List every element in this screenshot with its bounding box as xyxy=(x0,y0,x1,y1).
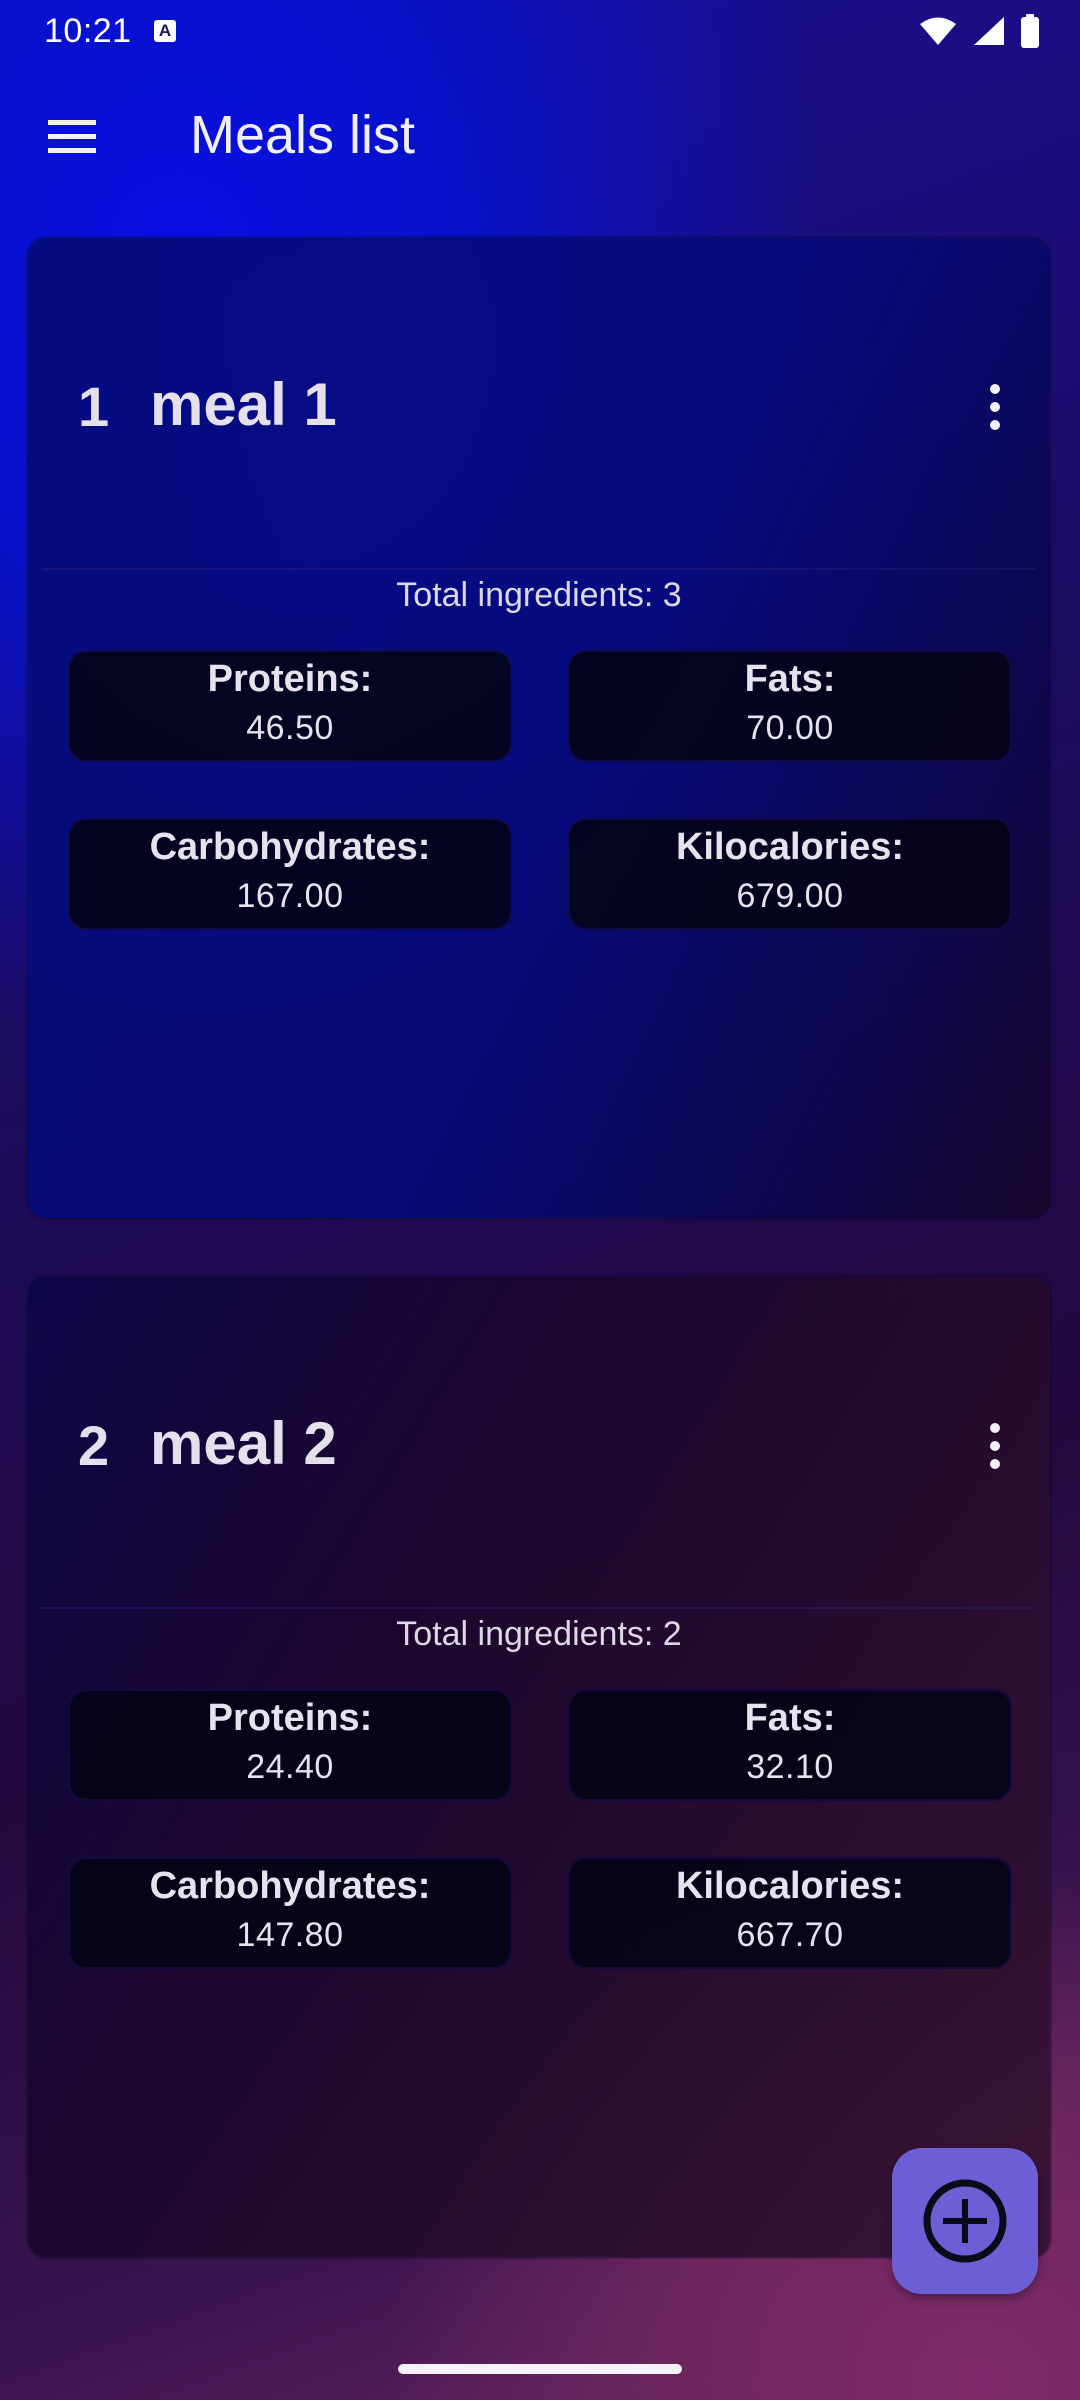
add-meal-button[interactable] xyxy=(892,2148,1038,2294)
more-options-icon[interactable] xyxy=(980,384,1010,436)
fats-label: Fats: xyxy=(744,1697,836,1739)
fats-value: 32.10 xyxy=(746,1748,834,1786)
proteins-value: 24.40 xyxy=(246,1748,334,1786)
divider xyxy=(42,1607,1036,1609)
status-time: 10:21 xyxy=(44,12,132,50)
meal-card-header[interactable]: 2 meal 2 xyxy=(28,1277,1050,1607)
wifi-icon xyxy=(920,17,956,45)
fats-value: 70.00 xyxy=(746,709,834,747)
carbohydrates-box: Carbohydrates: 167.00 xyxy=(68,818,512,930)
fats-label: Fats: xyxy=(744,658,836,700)
kilocalories-box: Kilocalories: 679.00 xyxy=(568,818,1012,930)
kilocalories-label: Kilocalories: xyxy=(675,826,905,868)
menu-icon xyxy=(48,120,96,153)
carbohydrates-label: Carbohydrates: xyxy=(149,1865,431,1907)
app-bar: Meals list xyxy=(0,62,1080,212)
proteins-box: Proteins: 24.40 xyxy=(68,1689,512,1801)
kilocalories-label: Kilocalories: xyxy=(675,1865,905,1907)
status-bar: 10:21 A xyxy=(0,0,1080,62)
proteins-value: 46.50 xyxy=(246,709,334,747)
proteins-box: Proteins: 46.50 xyxy=(68,650,512,762)
total-ingredients: Total ingredients: 3 xyxy=(396,576,682,614)
meal-index: 2 xyxy=(78,1414,110,1477)
home-indicator[interactable] xyxy=(398,2364,682,2374)
fats-box: Fats: 32.10 xyxy=(568,1689,1012,1801)
carbohydrates-label: Carbohydrates: xyxy=(149,826,431,868)
divider xyxy=(42,568,1036,570)
kilocalories-box: Kilocalories: 667.70 xyxy=(568,1857,1012,1969)
meal-name: meal 1 xyxy=(150,371,337,438)
meal-index: 1 xyxy=(78,375,110,438)
battery-icon xyxy=(1021,14,1039,48)
menu-button[interactable] xyxy=(40,108,108,168)
status-icons xyxy=(918,14,1040,48)
carbohydrates-value: 147.80 xyxy=(236,1916,344,1954)
signal-icon xyxy=(974,17,1004,45)
meal-card-header[interactable]: 1 meal 1 xyxy=(28,238,1050,568)
more-options-icon[interactable] xyxy=(980,1423,1010,1475)
total-ingredients: Total ingredients: 2 xyxy=(396,1615,682,1653)
meal-name: meal 2 xyxy=(150,1410,337,1477)
page-title: Meals list xyxy=(190,105,416,165)
kilocalories-value: 667.70 xyxy=(736,1916,844,1954)
kilocalories-value: 679.00 xyxy=(736,877,844,915)
carbohydrates-box: Carbohydrates: 147.80 xyxy=(68,1857,512,1969)
proteins-label: Proteins: xyxy=(207,658,373,700)
a-badge-icon: A xyxy=(154,20,176,42)
proteins-label: Proteins: xyxy=(207,1697,373,1739)
add-circle-icon xyxy=(923,2179,1007,2263)
meal-card[interactable]: 2 meal 2 Total ingredients: 2 Proteins: … xyxy=(28,1277,1050,2257)
meal-card[interactable]: 1 meal 1 Total ingredients: 3 Proteins: … xyxy=(28,238,1050,1218)
fats-box: Fats: 70.00 xyxy=(568,650,1012,762)
carbohydrates-value: 167.00 xyxy=(236,877,344,915)
